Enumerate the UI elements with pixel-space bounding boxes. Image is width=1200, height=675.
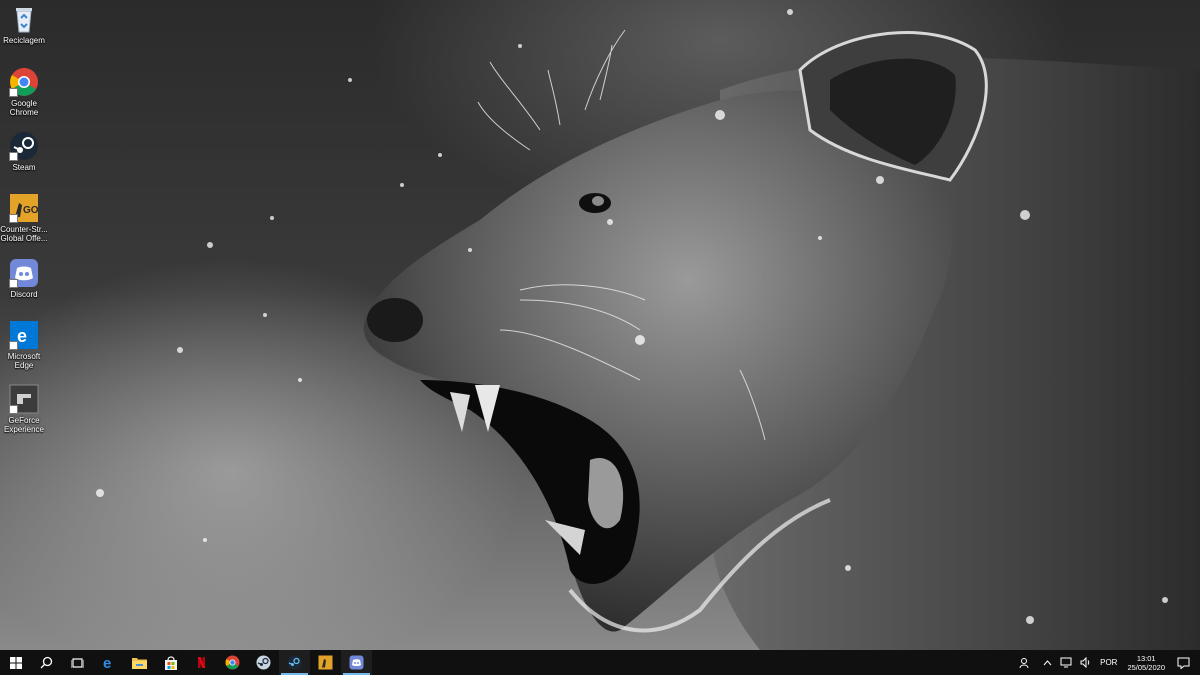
taskbar-discord-button[interactable]	[341, 650, 372, 675]
taskbar-steam-button[interactable]	[248, 650, 279, 675]
clock-time: 13:01	[1136, 653, 1156, 663]
desktop-icon-label: Discord	[10, 290, 38, 299]
show-hidden-icons-button[interactable]	[1039, 650, 1056, 675]
notification-icon	[1177, 657, 1190, 669]
discord-icon	[9, 258, 39, 288]
search-button[interactable]	[31, 650, 62, 675]
people-icon	[1019, 657, 1029, 668]
desktop-icon-discord[interactable]: Discord	[0, 258, 48, 299]
desktop-icon-counter-strike[interactable]: GO Counter-Str... Global Offe...	[0, 193, 48, 243]
steam-icon	[287, 655, 302, 670]
shortcut-arrow-icon	[9, 279, 18, 288]
desktop-icon-label: Counter-Str... Global Offe...	[0, 225, 48, 243]
start-button[interactable]	[0, 650, 31, 675]
chrome-icon	[9, 67, 39, 97]
taskbar-csgo-button[interactable]	[310, 650, 341, 675]
desktop-icon-label: Reciclagem	[3, 36, 45, 45]
taskbar-store-button[interactable]	[155, 650, 186, 675]
people-button[interactable]	[1015, 650, 1035, 675]
shortcut-arrow-icon	[9, 405, 18, 414]
windows-start-icon	[9, 656, 22, 669]
shortcut-arrow-icon	[9, 152, 18, 161]
network-button[interactable]	[1056, 650, 1076, 675]
taskbar-file-explorer-button[interactable]	[124, 650, 155, 675]
shortcut-arrow-icon	[9, 88, 18, 97]
desktop-icon-google-chrome[interactable]: Google Chrome	[0, 67, 48, 117]
chevron-up-icon	[1043, 659, 1052, 665]
taskbar: e POR 13:01 25/05/2020	[0, 650, 1200, 675]
desktop-icon-microsoft-edge[interactable]: e Microsoft Edge	[0, 320, 48, 370]
taskbar-clock[interactable]: 13:01 25/05/2020	[1121, 650, 1171, 675]
volume-button[interactable]	[1076, 650, 1096, 675]
netflix-icon	[194, 655, 209, 670]
volume-icon	[1080, 657, 1090, 668]
search-icon	[40, 656, 53, 669]
edge-icon: e	[9, 320, 39, 350]
action-center-button[interactable]	[1171, 650, 1200, 675]
clock-date: 25/05/2020	[1127, 662, 1165, 672]
shortcut-arrow-icon	[9, 341, 18, 350]
steam-icon	[256, 655, 271, 670]
network-icon	[1060, 657, 1072, 668]
svg-text:e: e	[17, 326, 27, 346]
geforce-icon	[9, 384, 39, 414]
edge-icon: e	[103, 655, 111, 670]
lioness-wallpaper-image	[96, 9, 1200, 650]
csgo-icon: GO	[9, 193, 39, 223]
desktop-wallpaper	[0, 0, 1200, 650]
desktop-icon-label: GeForce Experience	[3, 416, 45, 434]
chrome-icon	[225, 655, 240, 670]
system-tray: POR 13:01 25/05/2020	[1015, 650, 1200, 675]
taskbar-edge-button[interactable]: e	[93, 650, 124, 675]
microsoft-store-icon	[164, 655, 177, 670]
svg-text:e: e	[103, 655, 111, 670]
discord-icon	[349, 655, 364, 670]
taskbar-chrome-button[interactable]	[217, 650, 248, 675]
desktop-icon-label: Steam	[12, 163, 36, 172]
desktop-icon-label: Microsoft Edge	[7, 352, 41, 370]
desktop-icon-steam[interactable]: Steam	[0, 131, 48, 172]
task-view-icon	[71, 657, 84, 668]
shortcut-arrow-icon	[9, 214, 18, 223]
steam-icon	[9, 131, 39, 161]
file-explorer-icon	[132, 658, 147, 669]
input-language-button[interactable]: POR	[1096, 650, 1121, 675]
task-view-button[interactable]	[62, 650, 93, 675]
csgo-icon	[318, 655, 333, 670]
taskbar-steam-running-button[interactable]	[279, 650, 310, 675]
desktop-icon-geforce-experience[interactable]: GeForce Experience	[0, 384, 48, 434]
desktop-icon-label: Google Chrome	[9, 99, 39, 117]
recycle-bin-icon	[9, 4, 39, 34]
svg-text:GO: GO	[23, 205, 39, 216]
taskbar-netflix-button[interactable]	[186, 650, 217, 675]
desktop-icon-recycle-bin[interactable]: Reciclagem	[0, 4, 48, 45]
